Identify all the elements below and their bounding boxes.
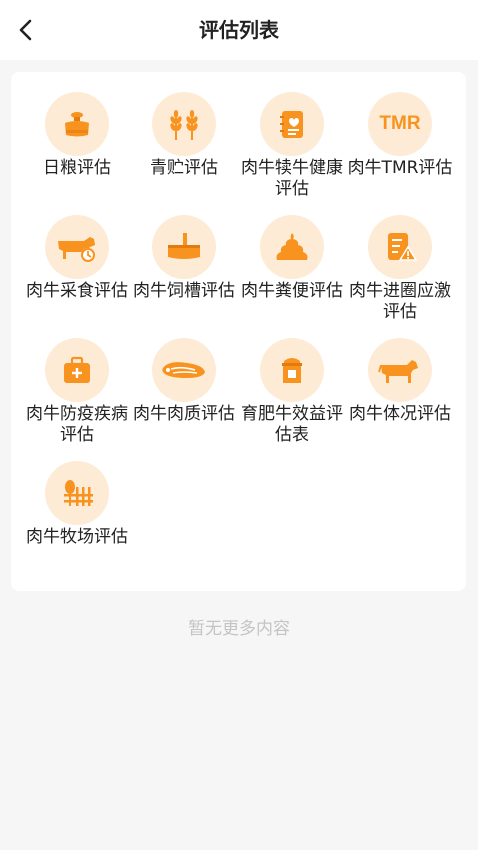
grain-sack-icon (45, 92, 109, 156)
no-more-content-text: 暂无更多内容 (188, 619, 290, 639)
eval-item-label: 肉牛饲槽评估 (133, 281, 235, 301)
eval-item-tmr[interactable]: TMR 肉牛TMR评估 (346, 72, 454, 194)
eval-item-feeding[interactable]: 肉牛采食评估 (23, 195, 131, 317)
eval-item-ranch[interactable]: 肉牛牧场评估 (23, 441, 131, 563)
eval-item-label: 肉牛犊牛健康评估 (241, 158, 343, 199)
eval-item-label: 肉牛肉质评估 (133, 404, 235, 424)
wheat-icon (152, 92, 216, 156)
feed-trough-icon (152, 215, 216, 279)
checklist-warning-icon (368, 215, 432, 279)
eval-item-label: 育肥牛效益评估表 (241, 404, 343, 445)
eval-item-label: 肉牛进圈应激评估 (349, 281, 451, 322)
eval-item-label: 肉牛采食评估 (26, 281, 128, 301)
eval-item-trough[interactable]: 肉牛饲槽评估 (130, 195, 238, 317)
eval-item-label: 肉牛防疫疾病评估 (26, 404, 128, 445)
manure-icon (260, 215, 324, 279)
cow-clock-icon (45, 215, 109, 279)
eval-item-label: 日粮评估 (43, 158, 111, 178)
eval-item-label: 青贮评估 (150, 158, 218, 178)
evaluation-grid: 日粮评估 青贮评估 肉牛犊牛健康评估 TMR 肉牛TMR评估 肉牛采食评估 肉牛… (11, 72, 466, 591)
page-title: 评估列表 (199, 18, 279, 42)
feed-bin-icon (260, 338, 324, 402)
eval-item-epidemic[interactable]: 肉牛防疫疾病评估 (23, 318, 131, 445)
meat-icon (152, 338, 216, 402)
eval-item-body-condition[interactable]: 肉牛体况评估 (346, 318, 454, 440)
ranch-fence-icon (45, 461, 109, 525)
eval-item-silage[interactable]: 青贮评估 (130, 72, 238, 194)
eval-item-fattening-benefit[interactable]: 育肥牛效益评估表 (238, 318, 346, 445)
eval-item-label: 肉牛TMR评估 (347, 158, 453, 178)
eval-item-calf-health[interactable]: 肉牛犊牛健康评估 (238, 72, 346, 199)
eval-item-manure[interactable]: 肉牛粪便评估 (238, 195, 346, 317)
notebook-heart-icon (260, 92, 324, 156)
tmr-icon: TMR (368, 92, 432, 156)
eval-item-ration[interactable]: 日粮评估 (23, 72, 131, 194)
cow-icon (368, 338, 432, 402)
eval-item-pen-stress[interactable]: 肉牛进圈应激评估 (346, 195, 454, 322)
eval-item-label: 肉牛牧场评估 (26, 527, 128, 547)
eval-item-meat-quality[interactable]: 肉牛肉质评估 (130, 318, 238, 440)
eval-item-label: 肉牛粪便评估 (241, 281, 343, 301)
eval-item-label: 肉牛体况评估 (349, 404, 451, 424)
header-bar: 评估列表 (0, 0, 478, 60)
medical-kit-icon (45, 338, 109, 402)
